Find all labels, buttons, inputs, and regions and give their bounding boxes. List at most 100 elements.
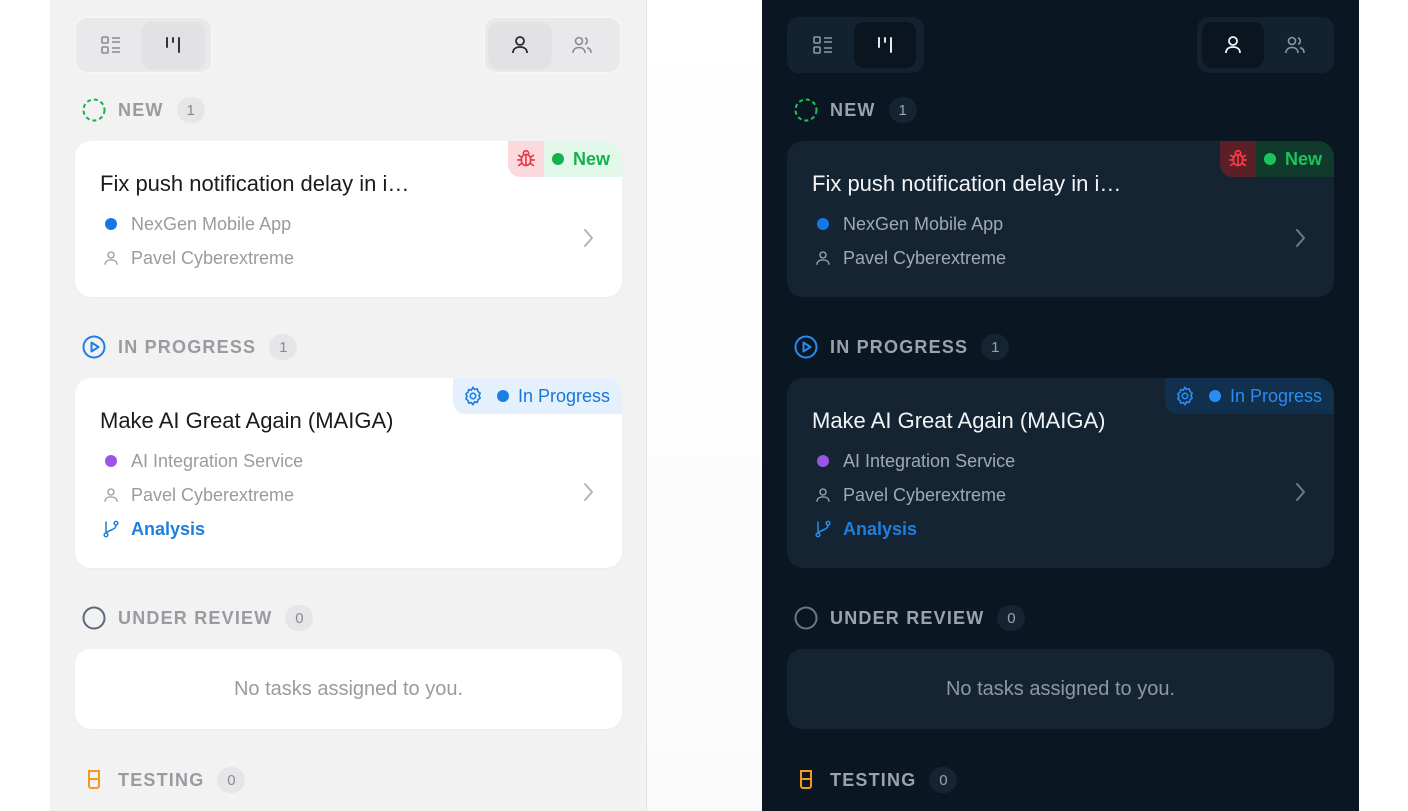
project-color-dot	[817, 455, 829, 467]
status-dot	[496, 390, 509, 402]
section-count: 1	[176, 97, 205, 123]
git-branch-icon	[812, 518, 834, 540]
board-view-button[interactable]	[142, 22, 204, 68]
section-count: 1	[981, 334, 1010, 360]
project-name: NexGen Mobile App	[843, 213, 1004, 234]
section-new-header[interactable]: NEW 1	[81, 95, 205, 125]
project-name: AI Integration Service	[131, 450, 304, 471]
section-under-review-header[interactable]: UNDER REVIEW 0	[81, 603, 314, 633]
user-icon	[100, 247, 122, 269]
task-project: NexGen Mobile App	[812, 212, 1003, 236]
task-project: NexGen Mobile App	[100, 212, 291, 236]
assignee-name: Pavel Cyberextreme	[131, 484, 295, 505]
section-count: 1	[888, 97, 917, 123]
circle-icon	[81, 605, 107, 631]
my-tasks-icon	[512, 36, 528, 54]
list-view-button[interactable]	[80, 22, 142, 68]
task-assignee: Pavel Cyberextreme	[100, 483, 294, 507]
chevron-right-icon[interactable]	[578, 226, 598, 250]
section-under-review-header[interactable]: UNDER REVIEW 0	[793, 603, 1026, 633]
play-circle-icon	[793, 334, 819, 360]
task-assignee: Pavel Cyberextreme	[812, 246, 1006, 270]
status-badge: In Progress	[1164, 378, 1334, 414]
section-in-progress-header[interactable]: IN PROGRESS 1	[81, 332, 298, 362]
bug-icon	[507, 141, 544, 177]
task-card[interactable]: New Fix push notification delay in i… Ne…	[787, 141, 1334, 297]
task-project: AI Integration Service	[100, 449, 303, 473]
section-new-header[interactable]: NEW 1	[793, 95, 917, 125]
section-count: 0	[997, 605, 1026, 631]
task-branch[interactable]: Analysis	[100, 517, 205, 541]
empty-state: No tasks assigned to you.	[75, 649, 622, 729]
task-card[interactable]: In Progress Make AI Great Again (MAIGA) …	[787, 378, 1334, 568]
section-label: NEW	[118, 99, 164, 120]
task-title: Fix push notification delay in i…	[100, 171, 410, 196]
section-label: UNDER REVIEW	[118, 607, 273, 628]
task-card[interactable]: In Progress Make AI Great Again (MAIGA) …	[75, 378, 622, 568]
section-label: UNDER REVIEW	[830, 607, 985, 628]
team-tasks-button[interactable]	[551, 22, 613, 68]
status-dot	[1208, 390, 1221, 402]
status-label: New	[572, 148, 610, 169]
user-icon	[812, 247, 834, 269]
scope-toggle	[484, 17, 621, 73]
view-toggle	[75, 17, 212, 73]
branch-name: Analysis	[843, 518, 918, 539]
task-card[interactable]: New Fix push notification delay in i… Ne…	[75, 141, 622, 297]
section-count: 0	[929, 767, 958, 793]
section-count: 0	[217, 767, 246, 793]
light-theme-panel: NEW 1 New Fix push notification delay in…	[50, 0, 647, 811]
user-icon	[100, 484, 122, 506]
chevron-right-icon[interactable]	[1290, 226, 1310, 250]
section-label: TESTING	[830, 769, 917, 790]
section-label: NEW	[830, 99, 876, 120]
gear-icon	[1165, 378, 1205, 414]
section-count: 1	[269, 334, 298, 360]
assignee-name: Pavel Cyberextreme	[843, 484, 1007, 505]
toolbar	[75, 17, 621, 73]
project-color-dot	[105, 455, 117, 467]
project-color-dot	[105, 218, 117, 230]
section-label: IN PROGRESS	[118, 336, 257, 357]
status-badge: New	[1219, 141, 1334, 177]
view-toggle	[787, 17, 924, 73]
status-dot	[1263, 153, 1276, 165]
my-tasks-icon	[1225, 36, 1241, 54]
circle-icon	[793, 605, 819, 631]
play-circle-icon	[81, 334, 107, 360]
task-assignee: Pavel Cyberextreme	[812, 483, 1006, 507]
dashed-circle-icon	[793, 97, 819, 123]
section-testing-header[interactable]: TESTING 0	[81, 765, 246, 795]
task-project: AI Integration Service	[812, 449, 1015, 473]
list-view-button[interactable]	[792, 22, 854, 68]
section-testing-header[interactable]: TESTING 0	[793, 765, 958, 795]
panel-gap	[647, 0, 762, 811]
team-tasks-icon	[1285, 36, 1305, 54]
chevron-right-icon[interactable]	[1290, 480, 1310, 504]
git-branch-icon	[100, 518, 122, 540]
team-tasks-icon	[572, 36, 592, 54]
my-tasks-button[interactable]	[1202, 22, 1264, 68]
toolbar	[787, 17, 1334, 73]
list-view-icon	[813, 36, 832, 54]
board-view-button[interactable]	[854, 22, 916, 68]
section-in-progress-header[interactable]: IN PROGRESS 1	[793, 332, 1010, 362]
assignee-name: Pavel Cyberextreme	[131, 247, 295, 268]
chevron-right-icon[interactable]	[578, 480, 598, 504]
scope-toggle	[1197, 17, 1334, 73]
gear-icon	[453, 378, 493, 414]
status-label: New	[1284, 148, 1322, 169]
list-view-icon	[101, 36, 120, 54]
project-color-dot	[817, 218, 829, 230]
team-tasks-button[interactable]	[1264, 22, 1326, 68]
test-tube-icon	[81, 767, 107, 793]
bug-icon	[1219, 141, 1256, 177]
board-view-icon	[166, 37, 180, 53]
dashed-circle-icon	[81, 97, 107, 123]
status-badge: New	[507, 141, 622, 177]
task-branch[interactable]: Analysis	[812, 517, 917, 541]
status-label: In Progress	[1229, 385, 1322, 406]
status-badge: In Progress	[452, 378, 622, 414]
status-label: In Progress	[517, 385, 610, 406]
my-tasks-button[interactable]	[489, 22, 551, 68]
